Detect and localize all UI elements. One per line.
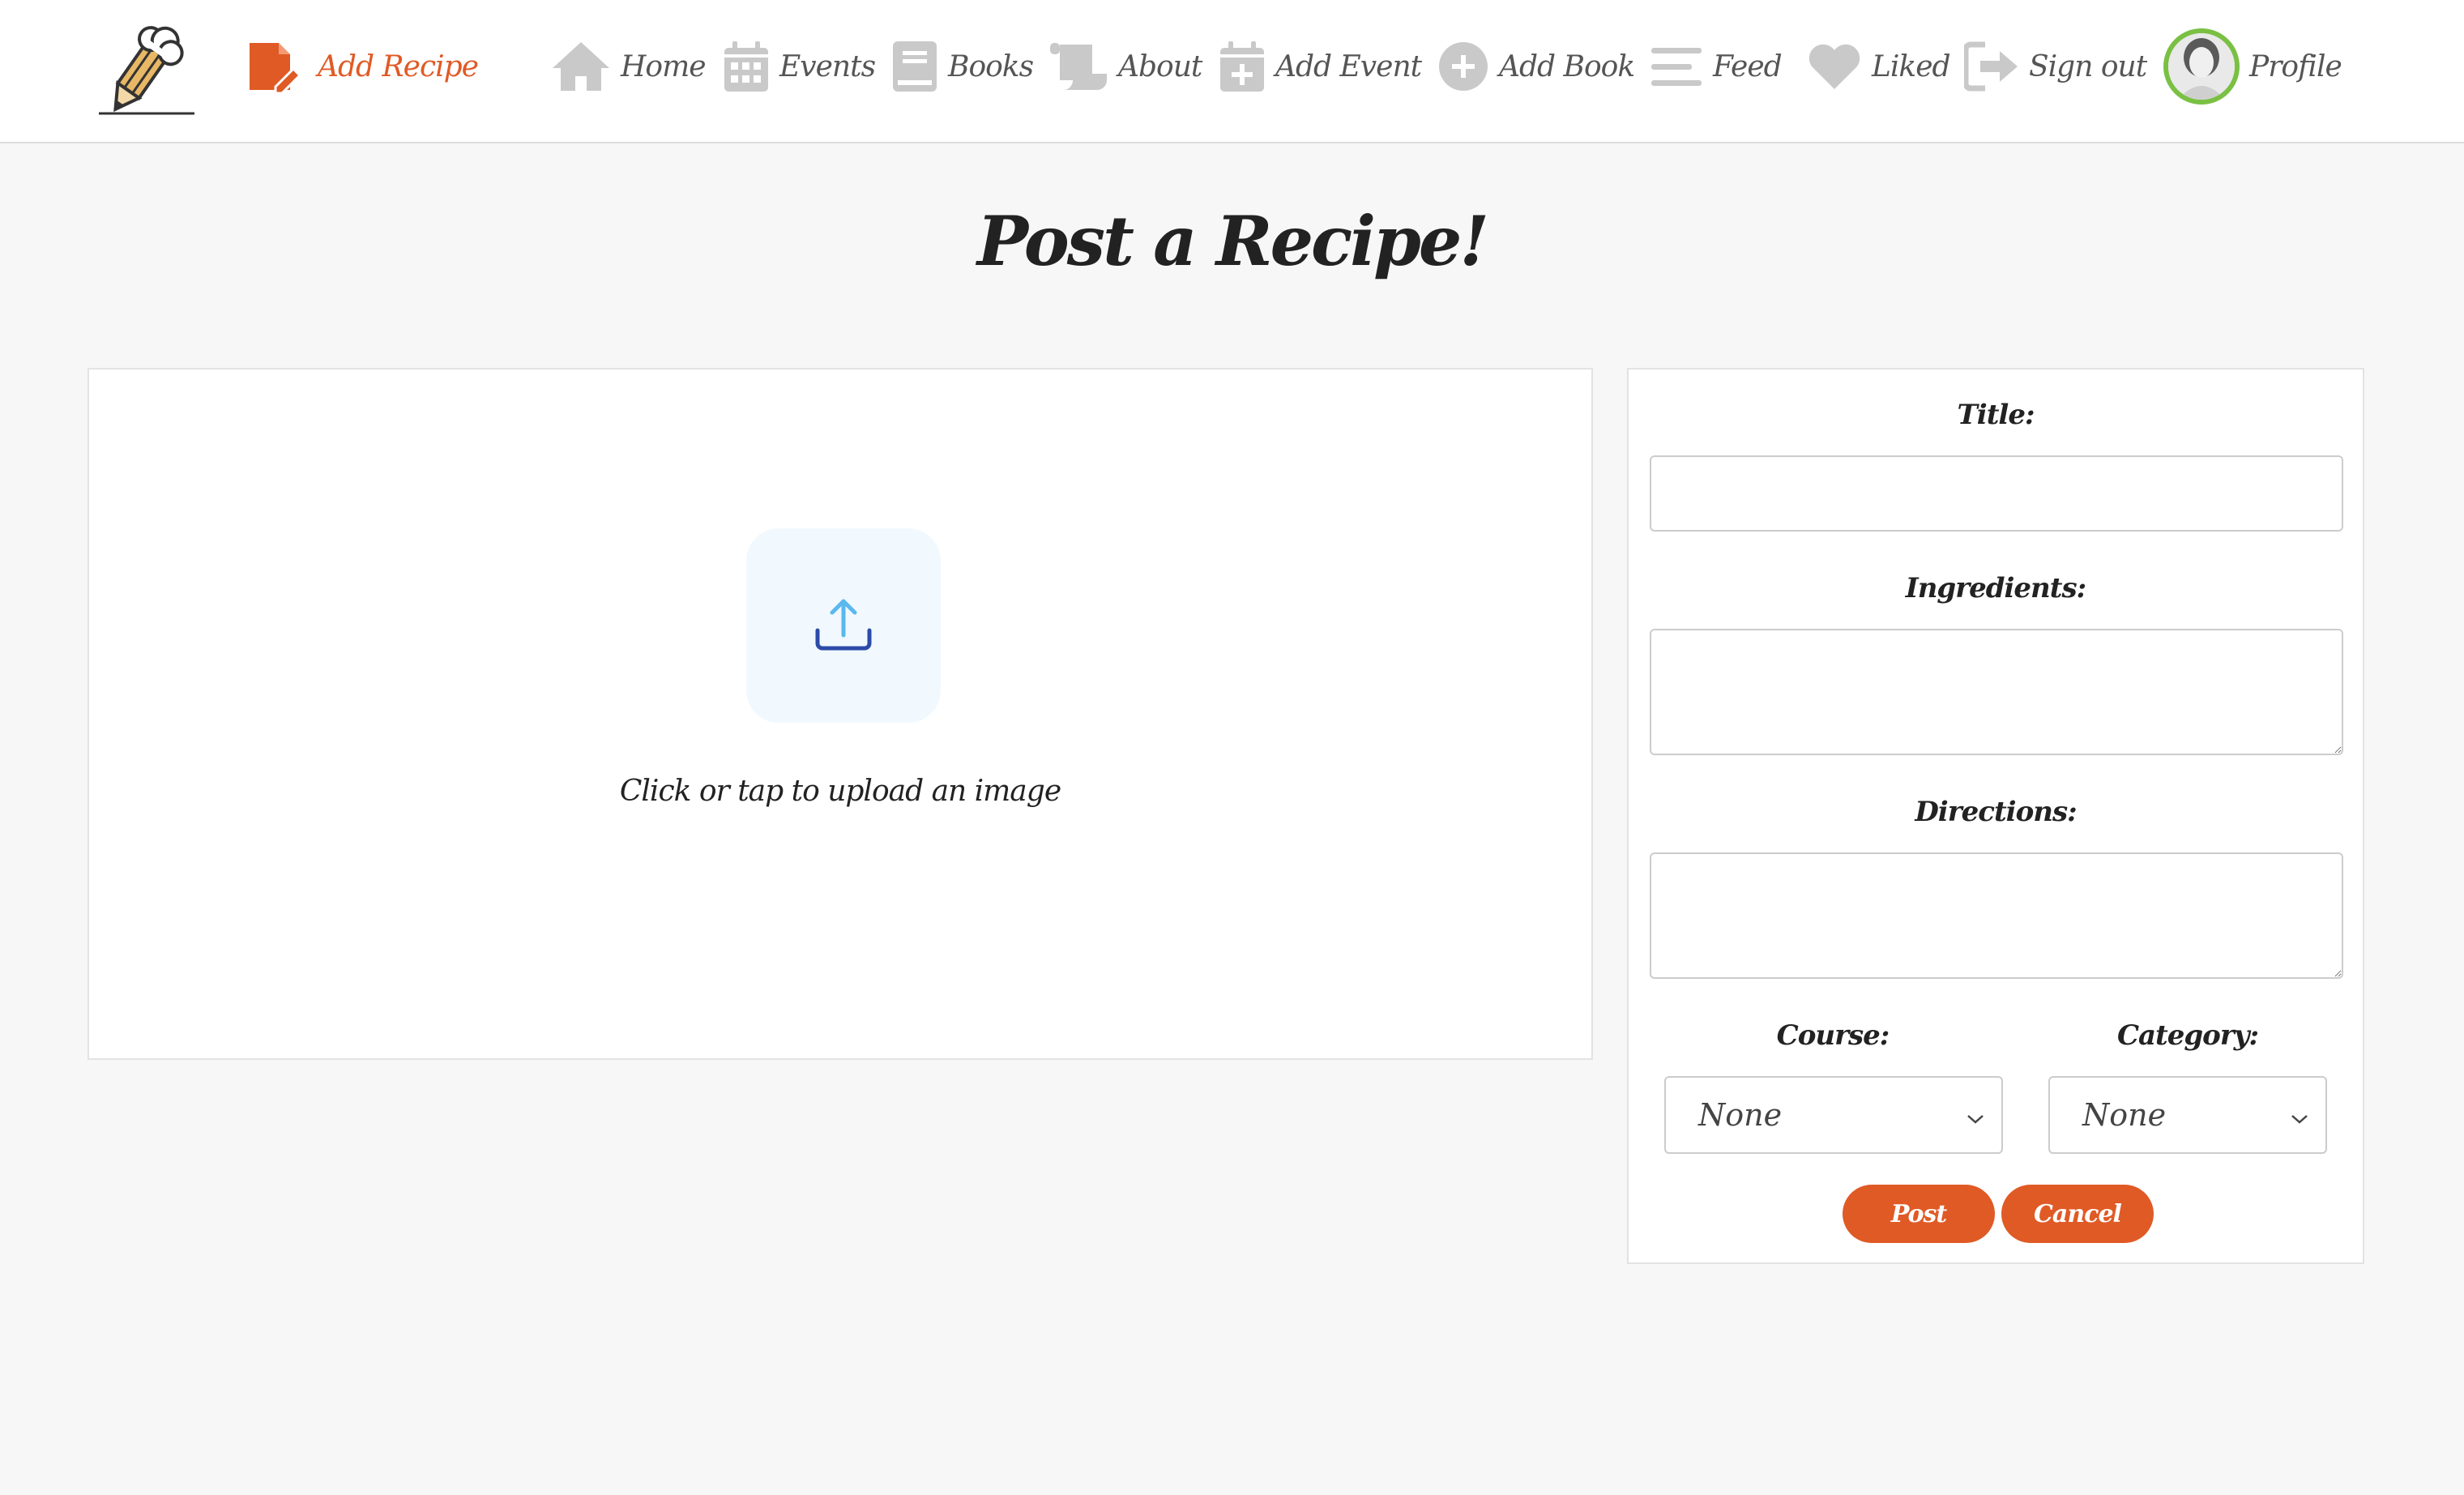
post-button[interactable]: Post [1843,1185,1995,1243]
calendar-icon [723,40,770,93]
directions-label: Directions: [1915,796,2077,828]
nav-liked-label: Liked [1872,49,1951,83]
nav-add-event[interactable]: Add Event [1219,24,1422,109]
nav-profile[interactable]: Profile [2163,24,2342,109]
page-title: Post a Recipe! [976,201,1489,281]
nav-add-recipe-label: Add Recipe [318,49,479,83]
recipe-form: Title: Ingredients: Directions: Course: … [1627,368,2364,1264]
book-icon [891,40,938,93]
cancel-button[interactable]: Cancel [2001,1185,2154,1243]
heart-icon [1807,42,1862,91]
nav-add-recipe[interactable]: Add Recipe [246,24,479,109]
add-recipe-icon [246,40,308,93]
ingredients-label: Ingredients: [1905,572,2086,604]
course-select-value: None [1698,1097,1783,1133]
plus-circle-icon [1437,41,1489,92]
nav-profile-label: Profile [2249,49,2342,83]
nav-about[interactable]: About [1048,24,1202,109]
nav-books-label: Books [948,49,1034,83]
image-upload-area[interactable]: Click or tap to upload an image [88,368,1593,1060]
nav-events-label: Events [779,49,876,83]
course-select[interactable]: None [1664,1076,2003,1154]
nav-events[interactable]: Events [723,24,876,109]
title-input[interactable] [1650,455,2343,532]
directions-textarea[interactable] [1650,852,2343,979]
navbar: Add Recipe Home Events Books About Add E… [0,0,2464,143]
nav-home[interactable]: Home [551,24,707,109]
title-label: Title: [1957,399,2035,431]
chevron-down-icon [2290,1097,2309,1133]
logo[interactable] [96,19,198,117]
nav-sign-out-label: Sign out [2029,49,2147,83]
nav-add-event-label: Add Event [1275,49,1422,83]
ingredients-textarea[interactable] [1650,629,2343,755]
nav-books[interactable]: Books [891,24,1034,109]
home-icon [551,41,611,92]
category-select[interactable]: None [2048,1076,2327,1154]
nav-add-book[interactable]: Add Book [1437,24,1635,109]
avatar [2163,28,2240,105]
nav-feed[interactable]: Feed [1650,24,1783,109]
upload-icon [746,528,941,723]
category-label: Category: [2116,1019,2259,1052]
nav-about-label: About [1118,49,1202,83]
feed-lines-icon [1650,43,1703,90]
course-label: Course: [1776,1019,1890,1052]
scroll-icon [1048,41,1108,92]
sign-out-icon [1964,41,2019,92]
calendar-plus-icon [1219,40,1266,93]
category-select-value: None [2082,1097,2167,1133]
nav-feed-label: Feed [1713,49,1783,83]
nav-home-label: Home [621,49,707,83]
nav-sign-out[interactable]: Sign out [1964,24,2147,109]
nav-liked[interactable]: Liked [1807,24,1951,109]
upload-instructions: Click or tap to upload an image [619,775,1061,808]
nav-add-book-label: Add Book [1499,49,1635,83]
chevron-down-icon [1966,1097,1985,1133]
